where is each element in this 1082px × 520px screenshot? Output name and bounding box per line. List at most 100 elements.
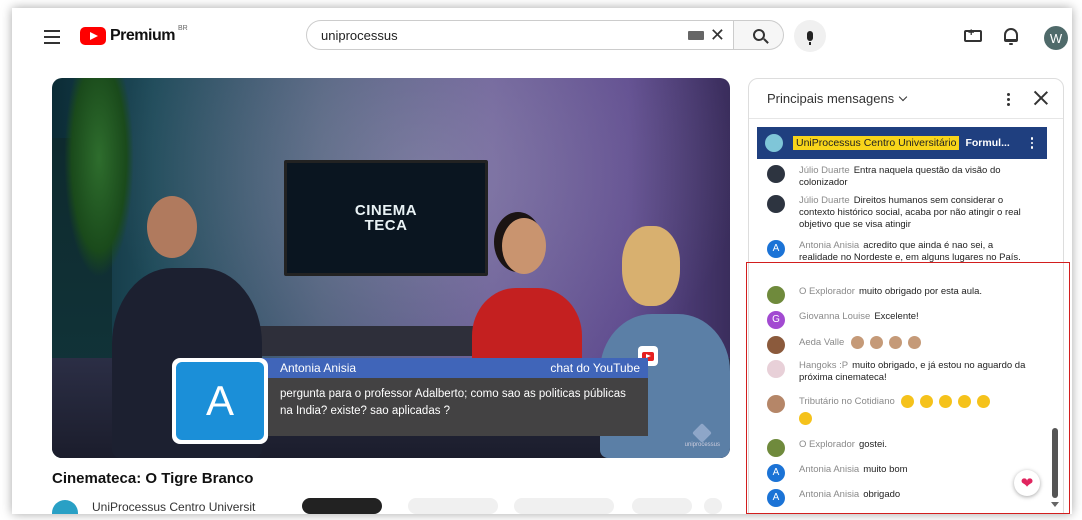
chat-header: Principais mensagens: [749, 79, 1063, 119]
message-text: Excelente!: [874, 311, 919, 322]
clap-emoji-icon: [869, 336, 883, 349]
chat-message[interactable]: Júlio Duarte Direitos humanos sem conside…: [767, 195, 1029, 231]
like-button[interactable]: [408, 498, 498, 514]
search-button[interactable]: [734, 20, 784, 50]
message-author: Hangoks :P: [799, 360, 849, 371]
heart-reaction-icon[interactable]: ❤: [1014, 470, 1040, 496]
subscribe-button[interactable]: [302, 498, 382, 514]
clap-emoji-icon: [907, 336, 921, 349]
video-person-right-head: [622, 226, 680, 306]
chat-message[interactable]: Hangoks :P muito obrigado, e já estou no …: [767, 360, 1029, 384]
video-title: Cinematecа: O Tigre Branco: [52, 470, 254, 487]
message-author: Giovanna Louise: [799, 311, 871, 322]
video-watermark: uniprocessus: [685, 426, 720, 448]
message-avatar: A: [767, 240, 785, 258]
overlay-avatar: A: [172, 358, 268, 444]
chat-message[interactable]: G Giovanna Louise Excelente!: [767, 311, 1029, 329]
account-avatar[interactable]: W: [1044, 26, 1068, 50]
video-person-middle-head: [502, 218, 546, 274]
chat-overlay-banner: Antonia Anisia chat do YouTube pergunta …: [168, 358, 698, 444]
youtube-premium-logo[interactable]: Premium BR: [80, 25, 188, 45]
clap-emoji-icon: [888, 336, 902, 349]
message-avatar: [767, 195, 785, 213]
search-icon: [752, 29, 765, 41]
video-tv-screen: CINEMA TECA: [284, 160, 488, 276]
pinned-author: UniProcessus Centro Universitário: [793, 136, 960, 150]
clap-emoji-icon: [850, 336, 864, 349]
pinned-text: Formul...: [965, 137, 1010, 149]
video-plant: [64, 78, 134, 278]
clap-emoji-icon: [958, 395, 972, 408]
more-actions-button[interactable]: [704, 498, 722, 514]
search-box[interactable]: uniprocessus ✕: [306, 20, 734, 50]
clap-emoji-icon: [901, 395, 915, 408]
message-text: muito obrigado por esta aula.: [858, 286, 983, 297]
message-author: Antonia Anisia: [799, 489, 860, 500]
chat-scrollbar[interactable]: [1052, 428, 1058, 498]
message-avatar: [767, 165, 785, 183]
chat-message[interactable]: O Explorador muito obrigado por esta aula…: [767, 286, 1029, 304]
pinned-message[interactable]: UniProcessus Centro Universitário Formul…: [757, 127, 1047, 159]
clap-emoji-icon: [939, 395, 953, 408]
channel-name[interactable]: UniProcessus Centro Universit: [92, 500, 255, 514]
youtube-play-icon: [80, 27, 106, 45]
message-author: Antonia Anisia: [799, 240, 860, 251]
microphone-icon: [807, 31, 813, 45]
channel-avatar[interactable]: [52, 500, 78, 514]
message-text: obrigado: [863, 489, 901, 500]
create-video-icon[interactable]: [964, 27, 982, 42]
clap-emoji-icon: [920, 395, 934, 408]
channel-row: UniProcessus Centro Universit: [52, 498, 722, 514]
message-text: gostei.: [858, 439, 887, 450]
search-input[interactable]: uniprocessus: [321, 28, 688, 43]
message-author: Júlio Duarte: [799, 195, 850, 206]
live-chat-panel: Principais mensagens UniProcessus Centro…: [748, 78, 1064, 514]
overlay-avatar-letter: A: [176, 362, 264, 440]
message-avatar: A: [767, 489, 785, 507]
tv-logo-top: CINEMA: [354, 202, 418, 219]
chat-message[interactable]: A Antonia Anisia acredito que ainda é nao…: [767, 240, 1029, 264]
logo-region: BR: [177, 25, 188, 32]
share-button[interactable]: [514, 498, 614, 514]
message-text: muito bom: [863, 464, 908, 475]
overlay-header: Antonia Anisia chat do YouTube: [218, 358, 648, 378]
message-author: Aeda Valle: [799, 337, 845, 349]
message-avatar: G: [767, 311, 785, 329]
overlay-message: pergunta para o professor Adalberto; com…: [218, 378, 648, 436]
logo-text: Premium: [110, 27, 175, 44]
message-author: Antonia Anisia: [799, 464, 860, 475]
message-avatar: [767, 286, 785, 304]
message-avatar: A: [767, 464, 785, 482]
clap-emoji-icon: [977, 395, 991, 408]
chat-message[interactable]: Aeda Valle: [767, 336, 1029, 354]
chevron-down-icon: [898, 92, 908, 102]
overlay-author: Antonia Anisia: [280, 361, 357, 375]
download-button[interactable]: [632, 498, 692, 514]
pinned-menu-icon[interactable]: [1030, 137, 1033, 151]
message-avatar: [767, 360, 785, 378]
message-author: O Explorador: [799, 439, 855, 450]
scroll-down-arrow-icon[interactable]: [1051, 502, 1059, 507]
voice-search-button[interactable]: [794, 20, 826, 52]
chat-message[interactable]: Tributário no Cotidiano: [767, 395, 1029, 426]
chat-message[interactable]: Júlio Duarte Entra naquela questão da vis…: [767, 165, 1029, 189]
pinned-channel-avatar: [765, 134, 783, 152]
message-author: Tributário no Cotidiano: [799, 396, 895, 408]
close-chat-icon[interactable]: [1033, 90, 1049, 106]
keyboard-icon[interactable]: [687, 30, 704, 40]
more-options-icon[interactable]: [1007, 93, 1010, 108]
message-avatar: [767, 395, 785, 413]
chat-title: Principais mensagens: [767, 91, 895, 106]
clear-search-icon[interactable]: ✕: [710, 26, 725, 44]
browser-viewport: Premium BR uniprocessus ✕ W CINEMA TECA: [12, 8, 1072, 514]
video-player[interactable]: CINEMA TECA Antonia Anisia chat do YouTu…: [52, 78, 730, 458]
menu-icon[interactable]: [44, 30, 60, 44]
chat-message[interactable]: A Antonia Anisia muito bom: [767, 464, 1029, 482]
message-author: Júlio Duarte: [799, 165, 850, 176]
chat-message[interactable]: O Explorador gostei.: [767, 439, 1029, 457]
message-avatar: [767, 439, 785, 457]
tv-logo-bottom: TECA: [364, 217, 408, 234]
notifications-bell-icon[interactable]: [1004, 28, 1018, 45]
chat-filter-dropdown[interactable]: Principais mensagens: [767, 91, 908, 106]
chat-message[interactable]: A Antonia Anisia obrigado: [767, 489, 1029, 507]
